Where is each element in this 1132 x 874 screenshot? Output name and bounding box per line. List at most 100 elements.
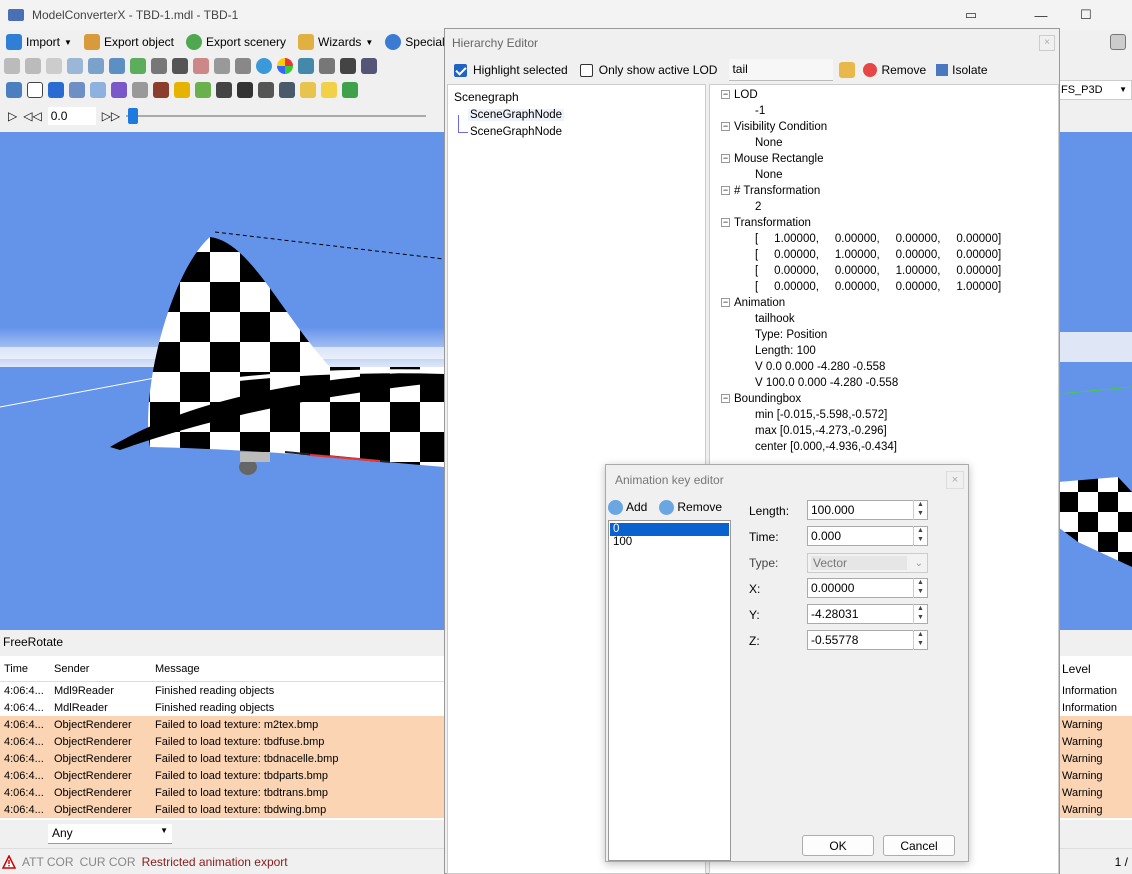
- add-key-button[interactable]: Add: [608, 499, 647, 515]
- time-slider[interactable]: [126, 107, 427, 125]
- panel-toggle-icon[interactable]: [1110, 34, 1126, 50]
- time-stepper[interactable]: 0.000 ▲ ▼: [807, 526, 928, 546]
- cancel-button[interactable]: Cancel: [883, 835, 955, 856]
- log-row[interactable]: 4:06:4... ObjectRenderer Failed to load te…: [0, 767, 446, 784]
- wizards-button[interactable]: Wizards ▼: [292, 31, 379, 53]
- y-stepper[interactable]: -4.28031 ▲ ▼: [807, 604, 928, 624]
- play-icon[interactable]: ▷: [8, 109, 17, 123]
- col-time-header[interactable]: Time: [0, 663, 50, 675]
- prop-num-transformation[interactable]: − # Transformation: [721, 183, 1058, 199]
- bulb-icon[interactable]: [321, 82, 337, 98]
- screen-icon[interactable]: [361, 58, 377, 74]
- zoom-icon[interactable]: [67, 58, 83, 74]
- grid-icon[interactable]: [235, 58, 251, 74]
- prop-boundingbox[interactable]: − Boundingbox: [721, 391, 1058, 407]
- search-pencil-icon[interactable]: [839, 62, 856, 78]
- collapse-icon[interactable]: −: [721, 186, 730, 196]
- back-icon[interactable]: [4, 58, 20, 74]
- log-list[interactable]: Time Sender Message 4:06:4... Mdl9Reader F…: [0, 656, 446, 820]
- only-active-lod-checkbox[interactable]: [579, 63, 593, 77]
- film-icon[interactable]: [172, 58, 188, 74]
- collapse-icon[interactable]: −: [721, 298, 730, 308]
- time-input[interactable]: 0.0: [47, 107, 96, 125]
- log-row[interactable]: 4:06:4... ObjectRenderer Failed to load te…: [0, 750, 446, 767]
- snap-icon[interactable]: [69, 82, 85, 98]
- dots-icon[interactable]: [216, 82, 232, 98]
- sun-icon[interactable]: [300, 82, 316, 98]
- spinner-icon[interactable]: ▲ ▼: [913, 578, 927, 598]
- highlight-selected-checkbox[interactable]: [454, 63, 467, 77]
- rewind-icon[interactable]: ◁◁: [23, 109, 41, 123]
- z-stepper[interactable]: -0.55778 ▲ ▼: [807, 630, 928, 650]
- collapse-icon[interactable]: −: [721, 90, 730, 100]
- earth-icon[interactable]: [256, 58, 272, 74]
- 3d-viewport-right[interactable]: [1058, 132, 1132, 630]
- key-list-item[interactable]: 100: [610, 536, 729, 549]
- cube-icon[interactable]: [132, 82, 148, 98]
- image-icon[interactable]: [193, 58, 209, 74]
- camera-icon[interactable]: [279, 82, 295, 98]
- key-list-item[interactable]: 0: [609, 522, 730, 537]
- person-icon[interactable]: [340, 58, 356, 74]
- collapse-icon[interactable]: −: [721, 394, 730, 404]
- material-icon[interactable]: [130, 58, 146, 74]
- ground-icon[interactable]: [195, 82, 211, 98]
- log-row[interactable]: 4:06:4... ObjectRenderer Failed to load te…: [0, 733, 446, 750]
- color-wheel-icon[interactable]: [277, 58, 293, 74]
- type-select[interactable]: Vector ⌄: [807, 553, 928, 573]
- 3d-viewport[interactable]: [0, 132, 444, 630]
- link-icon[interactable]: [319, 58, 335, 74]
- key-list[interactable]: 0 100: [608, 520, 731, 861]
- clear-icon[interactable]: [214, 58, 230, 74]
- prop-lod[interactable]: − LOD: [721, 87, 1058, 103]
- x-stepper[interactable]: 0.00000 ▲ ▼: [807, 578, 928, 598]
- isolate-button[interactable]: Isolate: [936, 63, 988, 77]
- crossed-icon[interactable]: [258, 82, 274, 98]
- length-stepper[interactable]: 100.000 ▲ ▼: [807, 500, 928, 520]
- fast-forward-icon[interactable]: ▷▷: [102, 109, 120, 123]
- grid-toggle-icon[interactable]: [48, 82, 64, 98]
- spinner-icon[interactable]: ▲ ▼: [913, 526, 927, 546]
- col-sender-header[interactable]: Sender: [50, 663, 151, 675]
- col-level-header[interactable]: Level: [1058, 656, 1132, 682]
- log-row[interactable]: 4:06:4... ObjectRenderer Failed to load te…: [0, 716, 446, 733]
- log-row[interactable]: 4:06:4... MdlReader Finished reading objec…: [0, 699, 446, 716]
- scenegraph-node[interactable]: SceneGraphNode: [468, 126, 564, 138]
- document-icon[interactable]: [46, 58, 62, 74]
- level-filter-select[interactable]: Any ▼: [48, 824, 172, 844]
- ok-button[interactable]: OK: [802, 835, 874, 856]
- search-input[interactable]: tail: [729, 59, 834, 81]
- wireframe-icon[interactable]: [111, 82, 127, 98]
- log-row[interactable]: 4:06:4... Mdl9Reader Finished reading obje…: [0, 682, 446, 699]
- remove-node-button[interactable]: Remove: [863, 63, 926, 77]
- hierarchy-icon[interactable]: [109, 58, 125, 74]
- scenegraph-node[interactable]: SceneGraphNode: [468, 109, 565, 121]
- close-icon[interactable]: ×: [1039, 35, 1055, 51]
- pin-icon[interactable]: [88, 58, 104, 74]
- select-arrow-icon[interactable]: [27, 82, 43, 98]
- col-message-header[interactable]: Message: [151, 663, 446, 675]
- export-object-button[interactable]: Export object: [78, 31, 180, 53]
- import-button[interactable]: Import ▼: [0, 31, 78, 53]
- minimize-button[interactable]: —: [1018, 0, 1064, 30]
- maximize-button[interactable]: ☐: [1063, 0, 1109, 30]
- measure-icon[interactable]: [90, 82, 106, 98]
- sim-select[interactable]: FS_P3D ▼: [1058, 80, 1132, 100]
- prop-transformation[interactable]: − Transformation: [721, 215, 1058, 231]
- transform-icon[interactable]: [298, 58, 314, 74]
- prop-animation[interactable]: − Animation: [721, 295, 1058, 311]
- spinner-icon[interactable]: ▲ ▼: [913, 630, 927, 650]
- restore-layout-icon[interactable]: ▭: [948, 0, 994, 30]
- log-row[interactable]: 4:06:4... ObjectRenderer Failed to load te…: [0, 801, 446, 818]
- collapse-icon[interactable]: −: [721, 154, 730, 164]
- slider-thumb[interactable]: [128, 108, 139, 124]
- log-row[interactable]: 4:06:4... ObjectRenderer Failed to load te…: [0, 784, 446, 801]
- spinner-icon[interactable]: ▲ ▼: [913, 604, 927, 624]
- texture-icon[interactable]: [151, 58, 167, 74]
- prop-mouse-rect[interactable]: − Mouse Rectangle: [721, 151, 1058, 167]
- brick-icon[interactable]: [153, 82, 169, 98]
- collapse-icon[interactable]: −: [721, 218, 730, 228]
- refresh-icon[interactable]: [342, 82, 358, 98]
- spinner-icon[interactable]: ▲ ▼: [913, 500, 927, 520]
- airplane-icon[interactable]: [237, 82, 253, 98]
